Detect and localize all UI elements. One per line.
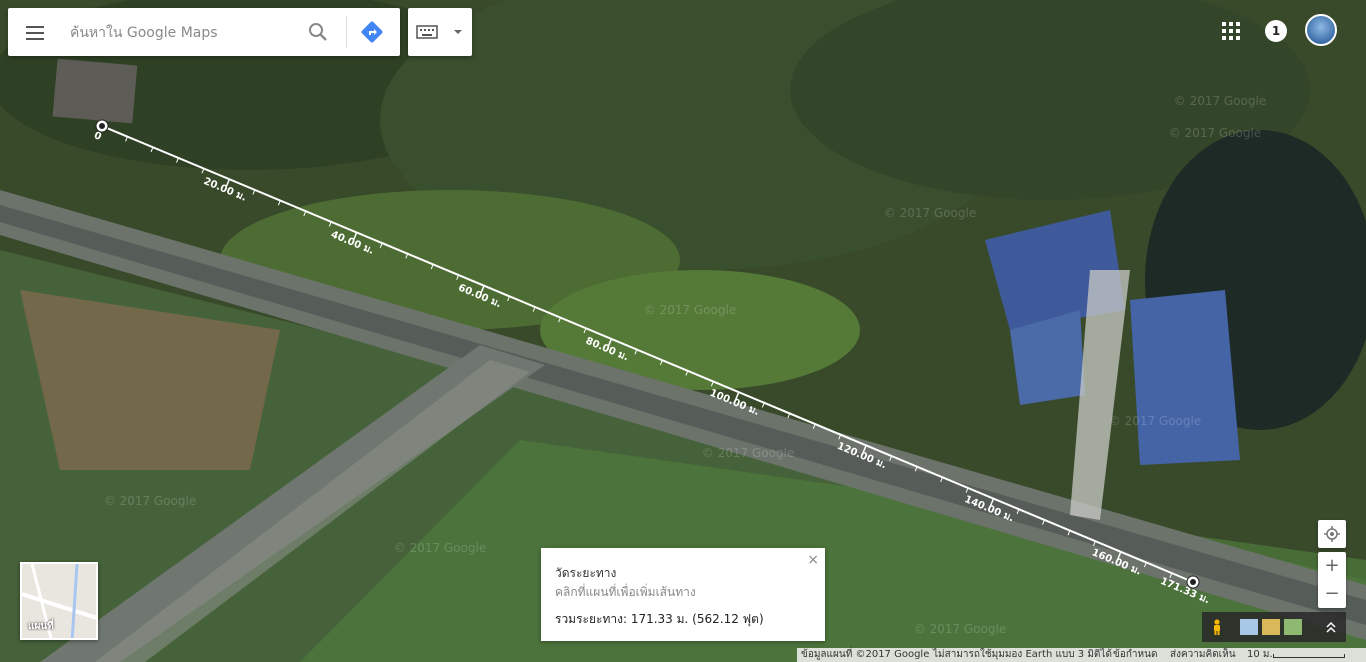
scale-bar [1273, 654, 1345, 658]
map-watermark: © 2017 Google [702, 446, 794, 460]
imagery-tray [1202, 612, 1346, 642]
map-watermark: © 2017 Google [394, 541, 486, 555]
map-type-label: แผนที่ [28, 621, 54, 632]
close-icon[interactable]: × [807, 552, 819, 568]
notifications-badge[interactable]: 1 [1265, 20, 1287, 42]
measure-total: รวมระยะทาง: 171.33 ม. (562.12 ฟุต) [555, 612, 764, 626]
hamburger-icon[interactable] [24, 22, 46, 42]
feedback-link[interactable]: ส่งความคิดเห็น [1170, 648, 1236, 662]
directions-icon[interactable] [360, 20, 384, 44]
input-tools-box [408, 8, 472, 56]
search-input[interactable] [68, 18, 302, 48]
terms-link[interactable]: ข้อกำหนด [1113, 648, 1157, 662]
imagery-thumb-1[interactable] [1240, 619, 1258, 635]
search-box [8, 8, 400, 56]
map-type-toggle[interactable]: แผนที่ [20, 562, 98, 640]
measure-start-point-center [99, 123, 105, 129]
imagery-thumb-2[interactable] [1262, 619, 1280, 635]
pegman-icon[interactable] [1210, 619, 1224, 635]
zoom-out-button[interactable]: − [1318, 580, 1346, 608]
map-watermark: © 2017 Google [1169, 126, 1261, 140]
map-watermark: © 2017 Google [644, 303, 736, 317]
zoom-control: + − [1318, 552, 1346, 608]
map-data-attribution: ข้อมูลแผนที่ ©2017 Google [801, 649, 930, 660]
apps-grid-icon[interactable] [1220, 20, 1242, 42]
measure-hint: คลิกที่แผนที่เพื่อเพิ่มเส้นทาง [555, 585, 696, 599]
map-watermark: © 2017 Google [884, 206, 976, 220]
map-watermark: © 2017 Google [104, 494, 196, 508]
my-location-control [1318, 520, 1346, 548]
keyboard-icon[interactable] [416, 24, 438, 40]
search-icon[interactable] [306, 20, 330, 44]
map-watermark: © 2017 Google [914, 622, 1006, 636]
my-location-icon[interactable] [1318, 520, 1346, 548]
avatar[interactable] [1305, 14, 1337, 46]
measure-title: วัดระยะทาง [555, 566, 617, 580]
map-watermark: © 2017 Google [1174, 94, 1266, 108]
scale-label[interactable]: 10 ม. [1247, 648, 1273, 662]
search-divider [346, 16, 347, 48]
earth-unavailable-note[interactable]: ไม่สามารถใช้มุมมอง Earth แบบ 3 มิติได้ [933, 648, 1112, 662]
measure-distance-card: วัดระยะทาง คลิกที่แผนที่เพื่อเพิ่มเส้นทา… [541, 548, 825, 641]
map-watermark: © 2017 Google [1109, 414, 1201, 428]
zoom-in-button[interactable]: + [1318, 552, 1346, 580]
chevron-down-icon[interactable] [452, 28, 464, 36]
measure-end-point-center [1190, 579, 1196, 585]
imagery-thumb-3[interactable] [1284, 619, 1302, 635]
map-footer: ข้อมูลแผนที่ ©2017 Google ไม่สามารถใช้มุ… [797, 648, 1366, 662]
chevron-up-icon[interactable] [1324, 619, 1338, 635]
